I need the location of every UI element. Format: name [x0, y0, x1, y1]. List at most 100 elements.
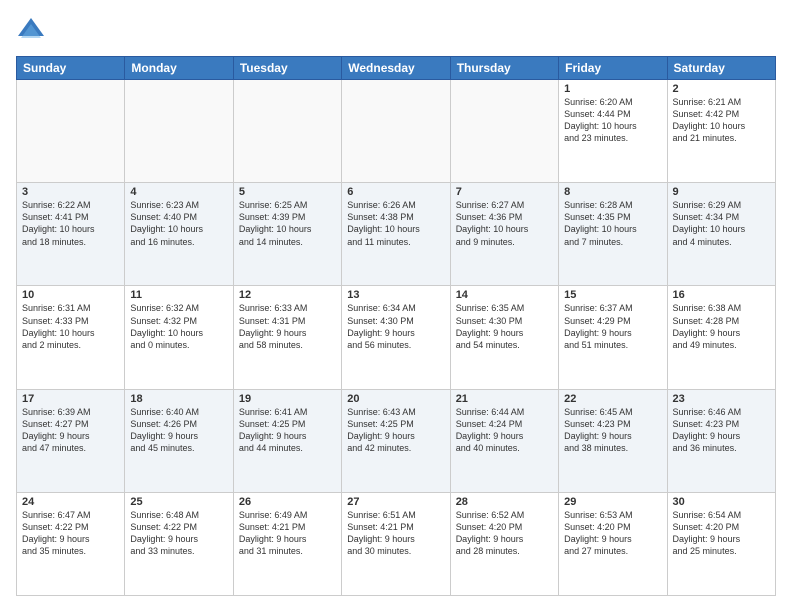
cell-info: Sunrise: 6:39 AM Sunset: 4:27 PM Dayligh… [22, 406, 119, 455]
calendar-cell: 14Sunrise: 6:35 AM Sunset: 4:30 PM Dayli… [450, 286, 558, 389]
day-number: 6 [347, 186, 444, 198]
cell-info: Sunrise: 6:40 AM Sunset: 4:26 PM Dayligh… [130, 406, 227, 455]
calendar-cell: 24Sunrise: 6:47 AM Sunset: 4:22 PM Dayli… [17, 492, 125, 595]
calendar-cell: 8Sunrise: 6:28 AM Sunset: 4:35 PM Daylig… [559, 183, 667, 286]
day-number: 21 [456, 393, 553, 405]
day-number: 8 [564, 186, 661, 198]
day-number: 9 [673, 186, 770, 198]
day-number: 13 [347, 289, 444, 301]
calendar-week-2: 10Sunrise: 6:31 AM Sunset: 4:33 PM Dayli… [17, 286, 776, 389]
day-number: 10 [22, 289, 119, 301]
header-row: SundayMondayTuesdayWednesdayThursdayFrid… [17, 57, 776, 80]
calendar-cell: 13Sunrise: 6:34 AM Sunset: 4:30 PM Dayli… [342, 286, 450, 389]
cell-info: Sunrise: 6:31 AM Sunset: 4:33 PM Dayligh… [22, 302, 119, 351]
calendar-cell: 9Sunrise: 6:29 AM Sunset: 4:34 PM Daylig… [667, 183, 775, 286]
calendar-week-3: 17Sunrise: 6:39 AM Sunset: 4:27 PM Dayli… [17, 389, 776, 492]
calendar-cell: 18Sunrise: 6:40 AM Sunset: 4:26 PM Dayli… [125, 389, 233, 492]
calendar-week-4: 24Sunrise: 6:47 AM Sunset: 4:22 PM Dayli… [17, 492, 776, 595]
cell-info: Sunrise: 6:25 AM Sunset: 4:39 PM Dayligh… [239, 199, 336, 248]
calendar-cell: 28Sunrise: 6:52 AM Sunset: 4:20 PM Dayli… [450, 492, 558, 595]
cell-info: Sunrise: 6:20 AM Sunset: 4:44 PM Dayligh… [564, 96, 661, 145]
cell-info: Sunrise: 6:51 AM Sunset: 4:21 PM Dayligh… [347, 509, 444, 558]
calendar-cell [450, 80, 558, 183]
cell-info: Sunrise: 6:45 AM Sunset: 4:23 PM Dayligh… [564, 406, 661, 455]
day-number: 12 [239, 289, 336, 301]
cell-info: Sunrise: 6:33 AM Sunset: 4:31 PM Dayligh… [239, 302, 336, 351]
day-number: 29 [564, 496, 661, 508]
cell-info: Sunrise: 6:28 AM Sunset: 4:35 PM Dayligh… [564, 199, 661, 248]
day-number: 30 [673, 496, 770, 508]
cell-info: Sunrise: 6:32 AM Sunset: 4:32 PM Dayligh… [130, 302, 227, 351]
day-header-saturday: Saturday [667, 57, 775, 80]
day-number: 2 [673, 83, 770, 95]
cell-info: Sunrise: 6:26 AM Sunset: 4:38 PM Dayligh… [347, 199, 444, 248]
calendar-cell: 11Sunrise: 6:32 AM Sunset: 4:32 PM Dayli… [125, 286, 233, 389]
calendar-cell: 4Sunrise: 6:23 AM Sunset: 4:40 PM Daylig… [125, 183, 233, 286]
calendar-cell: 7Sunrise: 6:27 AM Sunset: 4:36 PM Daylig… [450, 183, 558, 286]
day-header-friday: Friday [559, 57, 667, 80]
day-number: 23 [673, 393, 770, 405]
calendar-cell: 1Sunrise: 6:20 AM Sunset: 4:44 PM Daylig… [559, 80, 667, 183]
calendar-week-1: 3Sunrise: 6:22 AM Sunset: 4:41 PM Daylig… [17, 183, 776, 286]
calendar-cell: 25Sunrise: 6:48 AM Sunset: 4:22 PM Dayli… [125, 492, 233, 595]
cell-info: Sunrise: 6:23 AM Sunset: 4:40 PM Dayligh… [130, 199, 227, 248]
calendar-body: 1Sunrise: 6:20 AM Sunset: 4:44 PM Daylig… [17, 80, 776, 596]
logo-icon [16, 16, 46, 46]
calendar-table: SundayMondayTuesdayWednesdayThursdayFrid… [16, 56, 776, 596]
cell-info: Sunrise: 6:27 AM Sunset: 4:36 PM Dayligh… [456, 199, 553, 248]
calendar-cell: 16Sunrise: 6:38 AM Sunset: 4:28 PM Dayli… [667, 286, 775, 389]
day-number: 18 [130, 393, 227, 405]
day-number: 4 [130, 186, 227, 198]
calendar-cell: 6Sunrise: 6:26 AM Sunset: 4:38 PM Daylig… [342, 183, 450, 286]
page: SundayMondayTuesdayWednesdayThursdayFrid… [0, 0, 792, 612]
calendar-cell: 29Sunrise: 6:53 AM Sunset: 4:20 PM Dayli… [559, 492, 667, 595]
cell-info: Sunrise: 6:37 AM Sunset: 4:29 PM Dayligh… [564, 302, 661, 351]
day-header-monday: Monday [125, 57, 233, 80]
day-header-wednesday: Wednesday [342, 57, 450, 80]
calendar-header: SundayMondayTuesdayWednesdayThursdayFrid… [17, 57, 776, 80]
cell-info: Sunrise: 6:52 AM Sunset: 4:20 PM Dayligh… [456, 509, 553, 558]
day-header-thursday: Thursday [450, 57, 558, 80]
calendar-cell: 12Sunrise: 6:33 AM Sunset: 4:31 PM Dayli… [233, 286, 341, 389]
cell-info: Sunrise: 6:46 AM Sunset: 4:23 PM Dayligh… [673, 406, 770, 455]
day-number: 15 [564, 289, 661, 301]
cell-info: Sunrise: 6:41 AM Sunset: 4:25 PM Dayligh… [239, 406, 336, 455]
day-header-tuesday: Tuesday [233, 57, 341, 80]
cell-info: Sunrise: 6:43 AM Sunset: 4:25 PM Dayligh… [347, 406, 444, 455]
calendar-cell: 2Sunrise: 6:21 AM Sunset: 4:42 PM Daylig… [667, 80, 775, 183]
cell-info: Sunrise: 6:47 AM Sunset: 4:22 PM Dayligh… [22, 509, 119, 558]
cell-info: Sunrise: 6:34 AM Sunset: 4:30 PM Dayligh… [347, 302, 444, 351]
calendar-cell: 3Sunrise: 6:22 AM Sunset: 4:41 PM Daylig… [17, 183, 125, 286]
logo [16, 16, 50, 46]
day-number: 25 [130, 496, 227, 508]
calendar-cell: 22Sunrise: 6:45 AM Sunset: 4:23 PM Dayli… [559, 389, 667, 492]
calendar-week-0: 1Sunrise: 6:20 AM Sunset: 4:44 PM Daylig… [17, 80, 776, 183]
cell-info: Sunrise: 6:35 AM Sunset: 4:30 PM Dayligh… [456, 302, 553, 351]
calendar-cell [125, 80, 233, 183]
calendar-cell: 21Sunrise: 6:44 AM Sunset: 4:24 PM Dayli… [450, 389, 558, 492]
day-number: 26 [239, 496, 336, 508]
day-number: 7 [456, 186, 553, 198]
day-number: 14 [456, 289, 553, 301]
day-number: 28 [456, 496, 553, 508]
calendar-cell: 27Sunrise: 6:51 AM Sunset: 4:21 PM Dayli… [342, 492, 450, 595]
calendar-cell: 26Sunrise: 6:49 AM Sunset: 4:21 PM Dayli… [233, 492, 341, 595]
calendar-cell: 23Sunrise: 6:46 AM Sunset: 4:23 PM Dayli… [667, 389, 775, 492]
day-number: 27 [347, 496, 444, 508]
cell-info: Sunrise: 6:29 AM Sunset: 4:34 PM Dayligh… [673, 199, 770, 248]
day-number: 19 [239, 393, 336, 405]
header [16, 16, 776, 46]
cell-info: Sunrise: 6:49 AM Sunset: 4:21 PM Dayligh… [239, 509, 336, 558]
calendar-cell: 5Sunrise: 6:25 AM Sunset: 4:39 PM Daylig… [233, 183, 341, 286]
cell-info: Sunrise: 6:54 AM Sunset: 4:20 PM Dayligh… [673, 509, 770, 558]
calendar-cell: 17Sunrise: 6:39 AM Sunset: 4:27 PM Dayli… [17, 389, 125, 492]
day-number: 16 [673, 289, 770, 301]
cell-info: Sunrise: 6:38 AM Sunset: 4:28 PM Dayligh… [673, 302, 770, 351]
day-number: 3 [22, 186, 119, 198]
day-number: 17 [22, 393, 119, 405]
day-number: 20 [347, 393, 444, 405]
calendar-cell [342, 80, 450, 183]
day-number: 24 [22, 496, 119, 508]
day-number: 1 [564, 83, 661, 95]
cell-info: Sunrise: 6:44 AM Sunset: 4:24 PM Dayligh… [456, 406, 553, 455]
